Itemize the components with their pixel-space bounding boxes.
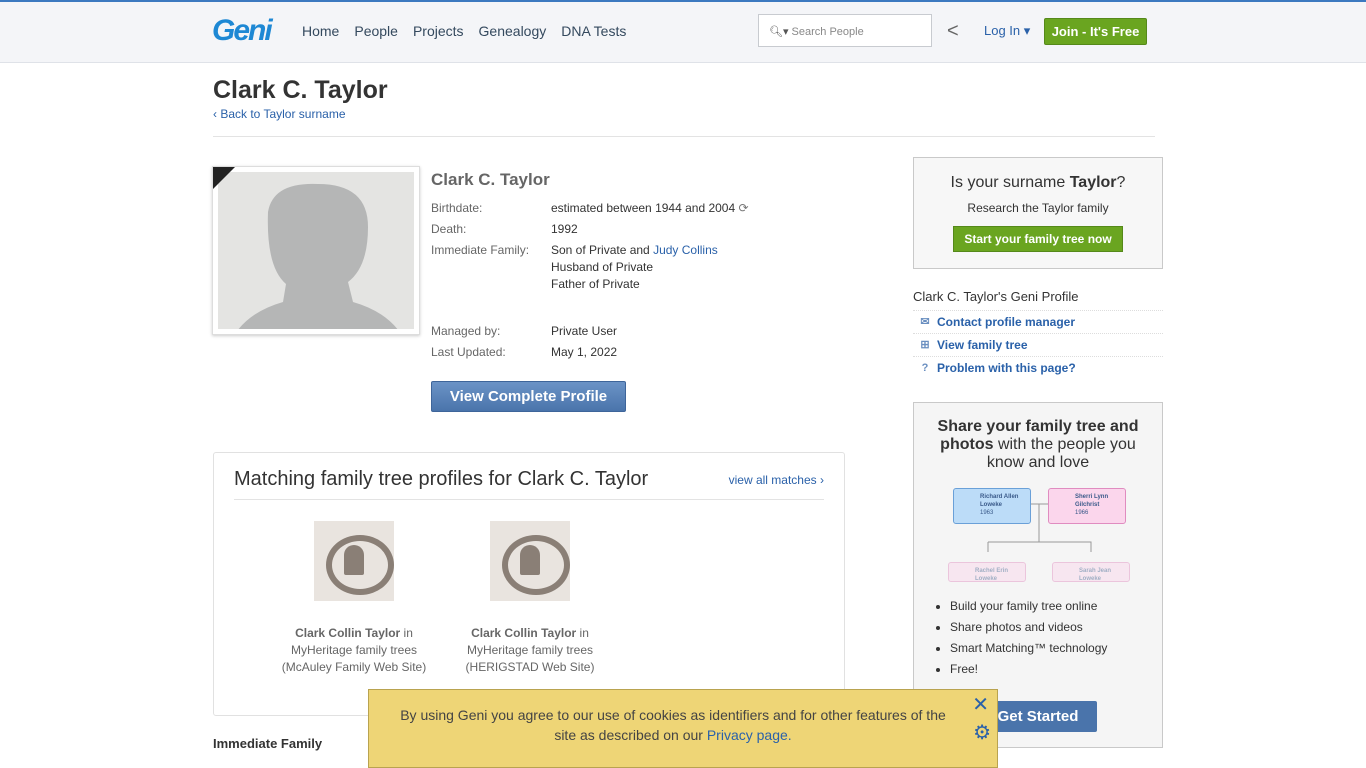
updated-label: Last Updated: [431, 345, 506, 359]
myheritage-icon [490, 521, 570, 601]
nav-dna-tests[interactable]: DNA Tests [561, 23, 626, 39]
login-link[interactable]: Log In ▾ [984, 23, 1030, 39]
husband-of: Husband of Private [551, 260, 654, 274]
updated-value: May 1, 2022 [551, 345, 618, 359]
research-text: Research the Taylor family [967, 201, 1109, 215]
deceased-ribbon [213, 167, 235, 189]
tree-icon: ⊞ [920, 339, 930, 351]
envelope-icon: ✉ [920, 316, 930, 328]
top-bar: Geni Home People Projects Genealogy DNA … [0, 0, 1366, 63]
managed-value: Private User [551, 324, 618, 338]
tree-person-card: Richard Allen Loweke 1963 [953, 488, 1031, 524]
refresh-icon[interactable]: ⟳ [735, 200, 748, 217]
view-family-tree-link[interactable]: View family tree [937, 338, 1028, 352]
start-family-tree-button[interactable]: Start your family tree now [953, 226, 1123, 252]
feature-item: Build your family tree online [950, 596, 1162, 617]
main-nav: Home People Projects Genealogy DNA Tests [302, 23, 626, 39]
tree-person-card: Sarah Jean Loweke [1052, 562, 1130, 582]
match-item[interactable]: Clark Collin Taylor in MyHeritage family … [274, 521, 434, 676]
close-icon[interactable]: ✕ [972, 695, 989, 715]
match-source: MyHeritage family trees [466, 643, 594, 657]
match-item[interactable]: Clark Collin Taylor in MyHeritage family … [450, 521, 610, 676]
feature-item: Free! [950, 659, 1162, 680]
birthdate-value: estimated between 1944 and 2004 [551, 201, 736, 215]
feature-item: Smart Matching™ technology [950, 638, 1162, 659]
death-value: 1992 [551, 222, 578, 236]
geni-logo[interactable]: Geni [212, 14, 273, 48]
page-title: Clark C. Taylor [213, 76, 388, 104]
gear-icon[interactable]: ⚙ [973, 723, 991, 743]
nav-projects[interactable]: Projects [413, 23, 464, 39]
match-source: MyHeritage family trees [290, 643, 418, 657]
nav-people[interactable]: People [354, 23, 398, 39]
match-in: in [576, 626, 589, 640]
birthdate-label: Birthdate: [431, 201, 483, 215]
surname-question-end: ? [1116, 174, 1126, 191]
search-placeholder: Search People [791, 26, 864, 38]
privacy-link[interactable]: Privacy page. [707, 727, 792, 743]
profile-facts: Birthdate: estimated between 1944 and 200… [431, 200, 749, 365]
family-tree-illustration: Richard Allen Loweke 1963 Sherri Lynn Gil… [914, 482, 1162, 582]
problem-link[interactable]: Problem with this page? [937, 361, 1076, 375]
feature-item: Share photos and videos [950, 617, 1162, 638]
cookie-text: By using Geni you agree to our use of co… [400, 707, 946, 743]
father-of: Father of Private [551, 277, 640, 291]
nav-home[interactable]: Home [302, 23, 339, 39]
view-complete-profile-button[interactable]: View Complete Profile [431, 381, 626, 412]
promo-features: Build your family tree online Share phot… [950, 596, 1162, 680]
search-icon: 🔍︎▾ [769, 26, 792, 38]
son-of: Son of Private and [551, 243, 654, 257]
tree-person-card: Rachel Erin Loweke [948, 562, 1026, 582]
promo-heading-rest: with the people you know and love [986, 436, 1136, 471]
match-name[interactable]: Clark Collin Taylor [295, 626, 400, 640]
profile-name: Clark C. Taylor [431, 170, 550, 189]
mother-link[interactable]: Judy Collins [653, 243, 718, 257]
view-all-matches-link[interactable]: view all matches › [729, 473, 824, 487]
surname-box: Is your surname Taylor? Research the Tay… [913, 157, 1163, 269]
match-in: in [400, 626, 413, 640]
help-icon: ? [921, 362, 929, 374]
match-site: (McAuley Family Web Site) [281, 660, 427, 674]
family-label: Immediate Family: [431, 243, 530, 257]
profile-photo [212, 166, 420, 335]
matches-title: Matching family tree profiles for Clark … [234, 468, 649, 490]
join-button[interactable]: Join - It's Free [1044, 18, 1147, 45]
death-label: Death: [431, 222, 467, 236]
contact-manager-link[interactable]: Contact profile manager [937, 315, 1075, 329]
divider [213, 136, 1155, 137]
geni-profile-links: Clark C. Taylor's Geni Profile ✉ Contact … [913, 289, 1163, 379]
matches-panel: Matching family tree profiles for Clark … [213, 452, 845, 716]
nav-genealogy[interactable]: Genealogy [479, 23, 547, 39]
silhouette-icon [238, 183, 398, 329]
myheritage-icon [314, 521, 394, 601]
search-input[interactable]: 🔍︎▾ Search People [758, 14, 932, 47]
surname: Taylor [1069, 174, 1117, 191]
immediate-family-heading: Immediate Family [213, 736, 323, 751]
surname-question: Is your surname [950, 174, 1070, 191]
back-link[interactable]: ‹ Back to Taylor surname [213, 107, 346, 121]
share-icon[interactable]: < [947, 20, 959, 43]
match-name[interactable]: Clark Collin Taylor [471, 626, 576, 640]
geni-profile-title: Clark C. Taylor's Geni Profile [913, 289, 1163, 311]
cookie-banner: By using Geni you agree to our use of co… [368, 689, 998, 768]
tree-person-card: Sherri Lynn Gilchrist 1966 [1048, 488, 1126, 524]
managed-label: Managed by: [431, 324, 501, 338]
match-site: (HERIGSTAD Web Site) [465, 660, 595, 674]
